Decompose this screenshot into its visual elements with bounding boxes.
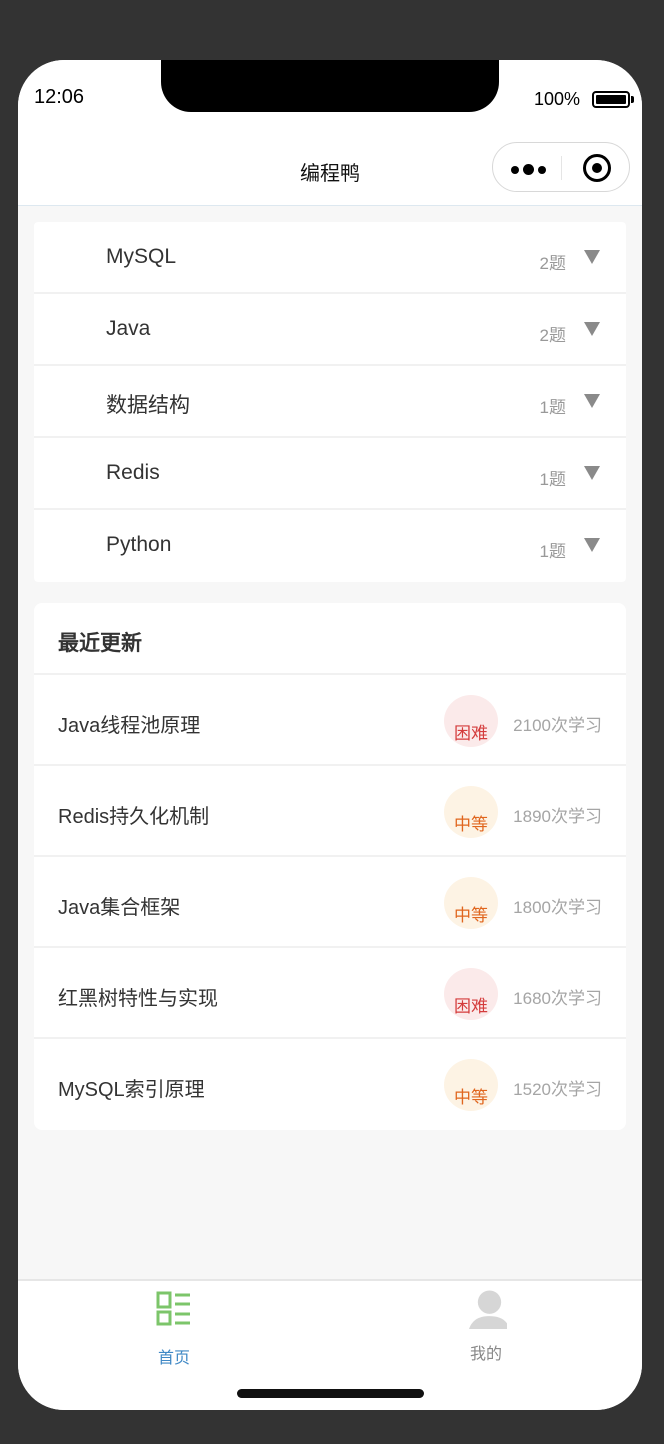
expand-arrow-icon[interactable] <box>584 466 600 480</box>
user-icon <box>467 1290 512 1336</box>
study-count: 1680次学习 <box>513 989 602 1008</box>
category-count: 2题 <box>539 254 566 273</box>
category-item-data-structures[interactable]: 数据结构 1题 <box>34 366 626 438</box>
phone-screen: 12:06 100% 编程鸭 MySQL 2题 Java 2题 数据结构 1题 … <box>18 60 642 1410</box>
category-list: MySQL 2题 Java 2题 数据结构 1题 Redis 1题 Python… <box>34 222 626 582</box>
battery-cap <box>631 96 634 103</box>
battery-percent: 100% <box>533 89 580 109</box>
category-item-mysql[interactable]: MySQL 2题 <box>34 222 626 294</box>
expand-arrow-icon[interactable] <box>584 538 600 552</box>
category-item-redis[interactable]: Redis 1题 <box>34 438 626 510</box>
category-count: 1题 <box>539 470 566 489</box>
category-name: 数据结构 <box>106 394 190 417</box>
recent-item[interactable]: Java线程池原理 困难 2100次学习 <box>34 675 626 766</box>
recent-item[interactable]: Redis持久化机制 中等 1890次学习 <box>34 766 626 857</box>
home-grid-icon <box>156 1291 190 1326</box>
tab-bar: 首页 我的 <box>18 1279 642 1410</box>
recent-item[interactable]: 红黑树特性与实现 困难 1680次学习 <box>34 948 626 1039</box>
category-name: MySQL <box>106 245 177 268</box>
recent-updates-card: 最近更新 Java线程池原理 困难 2100次学习 Redis持久化机制 中等 … <box>34 603 626 1130</box>
question-title: Java线程池原理 <box>58 715 201 737</box>
miniprogram-capsule <box>492 142 630 192</box>
tab-home-label: 首页 <box>157 1350 190 1367</box>
difficulty-badge: 困难 <box>444 695 498 747</box>
question-title: Redis持久化机制 <box>58 806 210 828</box>
more-icon[interactable] <box>511 164 546 175</box>
tab-home[interactable]: 首页 <box>134 1291 214 1368</box>
question-title: 红黑树特性与实现 <box>58 988 218 1010</box>
status-bar: 12:06 100% <box>18 60 642 130</box>
category-name: Redis <box>106 461 160 484</box>
tab-mine-label: 我的 <box>469 1346 502 1363</box>
category-item-python[interactable]: Python 1题 <box>34 510 626 582</box>
question-title: Java集合框架 <box>58 897 181 919</box>
difficulty-badge: 中等 <box>444 877 498 929</box>
difficulty-badge: 困难 <box>444 968 498 1020</box>
recent-item[interactable]: MySQL索引原理 中等 1520次学习 <box>34 1039 626 1130</box>
study-count: 1890次学习 <box>513 807 602 826</box>
category-count: 2题 <box>539 326 566 345</box>
expand-arrow-icon[interactable] <box>584 394 600 408</box>
navigation-bar: 编程鸭 <box>18 130 642 206</box>
home-indicator <box>237 1389 424 1398</box>
expand-arrow-icon[interactable] <box>584 250 600 264</box>
question-title: MySQL索引原理 <box>58 1079 205 1101</box>
status-time: 12:06 <box>34 86 85 108</box>
recent-item[interactable]: Java集合框架 中等 1800次学习 <box>34 857 626 948</box>
capsule-divider <box>561 156 562 180</box>
difficulty-badge: 中等 <box>444 1059 498 1111</box>
expand-arrow-icon[interactable] <box>584 322 600 336</box>
category-count: 1题 <box>539 398 566 417</box>
tab-mine[interactable]: 我的 <box>446 1290 526 1364</box>
study-count: 1520次学习 <box>513 1080 602 1099</box>
study-count: 2100次学习 <box>513 716 602 735</box>
category-count: 1题 <box>539 542 566 561</box>
close-target-icon[interactable] <box>583 154 611 182</box>
battery-icon <box>592 91 630 108</box>
section-title: 最近更新 <box>58 632 142 655</box>
notch <box>161 60 499 112</box>
study-count: 1800次学习 <box>513 898 602 917</box>
category-name: Java <box>106 317 151 340</box>
recent-updates-header: 最近更新 <box>34 603 626 675</box>
category-name: Python <box>106 533 172 556</box>
difficulty-badge: 中等 <box>444 786 498 838</box>
category-item-java[interactable]: Java 2题 <box>34 294 626 366</box>
